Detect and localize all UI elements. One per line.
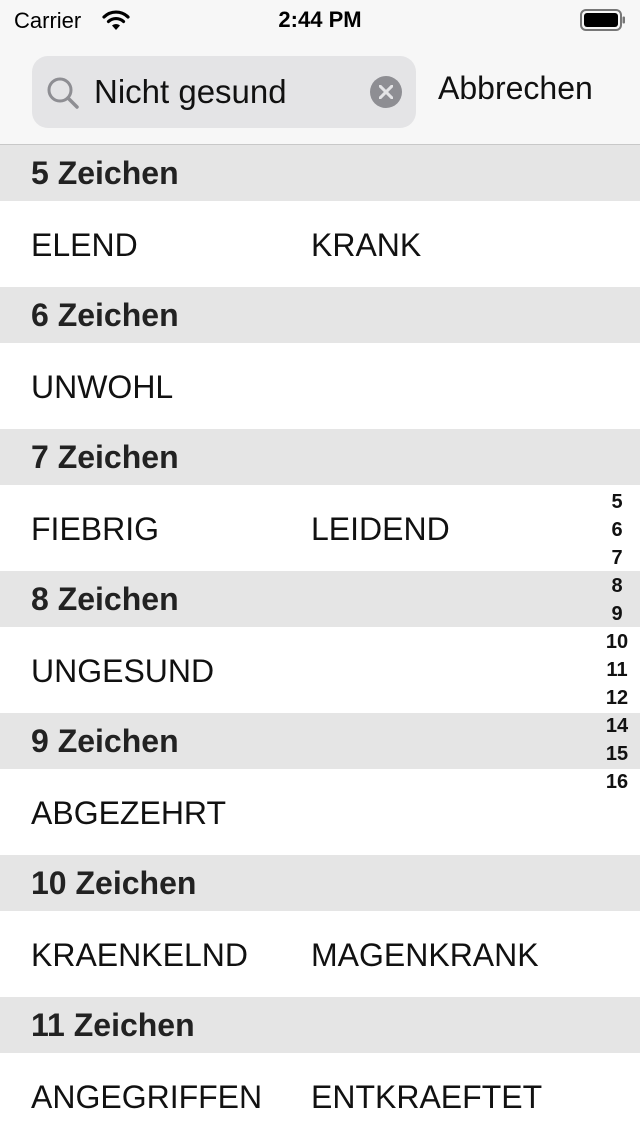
index-item[interactable]: 6	[602, 516, 632, 544]
results-list[interactable]: 5 Zeichen ELEND KRANK 6 Zeichen UNWOHL 7…	[0, 145, 640, 1139]
section-header: 7 Zeichen	[0, 429, 640, 485]
list-row: FIEBRIG LEIDEND	[0, 485, 640, 571]
section-header: 10 Zeichen	[0, 855, 640, 911]
section-header: 11 Zeichen	[0, 997, 640, 1053]
section-header: 9 Zeichen	[0, 713, 640, 769]
word-cell[interactable]: UNGESUND	[31, 653, 214, 690]
section-title: 5 Zeichen	[31, 155, 179, 191]
battery-icon	[580, 9, 625, 31]
clear-search-icon[interactable]	[370, 76, 402, 108]
section-header: 8 Zeichen	[0, 571, 640, 627]
word-cell[interactable]: LEIDEND	[311, 511, 450, 548]
word-cell[interactable]: KRAENKELND	[31, 937, 248, 974]
index-item[interactable]: 5	[602, 488, 632, 516]
list-row: ANGEGRIFFEN ENTKRAEFTET	[0, 1053, 640, 1139]
list-row: UNGESUND	[0, 627, 640, 713]
section-title: 11 Zeichen	[31, 1007, 195, 1043]
word-cell[interactable]: FIEBRIG	[31, 511, 159, 548]
list-row: ELEND KRANK	[0, 201, 640, 287]
index-item[interactable]: 14	[602, 712, 632, 740]
word-cell[interactable]: ENTKRAEFTET	[311, 1079, 542, 1116]
search-area: Abbrechen	[0, 40, 640, 145]
status-time: 2:44 PM	[278, 7, 362, 32]
word-cell[interactable]: UNWOHL	[31, 369, 173, 406]
index-item[interactable]: 7	[602, 544, 632, 572]
section-header: 5 Zeichen	[0, 145, 640, 201]
index-item[interactable]: 8	[602, 572, 632, 600]
word-cell[interactable]: MAGENKRANK	[311, 937, 539, 974]
word-cell[interactable]: ANGEGRIFFEN	[31, 1079, 262, 1116]
index-item[interactable]: 12	[602, 684, 632, 712]
word-cell[interactable]: ELEND	[31, 227, 138, 264]
section-title: 6 Zeichen	[31, 297, 179, 333]
section-title: 7 Zeichen	[31, 439, 179, 475]
cancel-button[interactable]: Abbrechen	[438, 70, 593, 107]
section-header: 6 Zeichen	[0, 287, 640, 343]
index-item[interactable]: 15	[602, 740, 632, 768]
search-input[interactable]	[94, 66, 356, 118]
index-item[interactable]: 10	[602, 628, 632, 656]
status-bar: Carrier 2:44 PM	[0, 0, 640, 40]
word-cell[interactable]: KRANK	[311, 227, 421, 264]
section-title: 10 Zeichen	[31, 865, 197, 901]
index-item[interactable]: 9	[602, 600, 632, 628]
section-index-bar[interactable]: 5 6 7 8 9 10 11 12 14 15 16	[602, 488, 632, 796]
list-row: KRAENKELND MAGENKRANK	[0, 911, 640, 997]
search-icon	[47, 77, 79, 109]
search-field[interactable]	[32, 56, 416, 128]
section-title: 8 Zeichen	[31, 581, 179, 617]
word-cell[interactable]: ABGEZEHRT	[31, 795, 226, 832]
index-item[interactable]: 11	[602, 656, 632, 684]
list-row: ABGEZEHRT	[0, 769, 640, 855]
index-item[interactable]: 16	[602, 768, 632, 796]
list-row: UNWOHL	[0, 343, 640, 429]
section-title: 9 Zeichen	[31, 723, 179, 759]
